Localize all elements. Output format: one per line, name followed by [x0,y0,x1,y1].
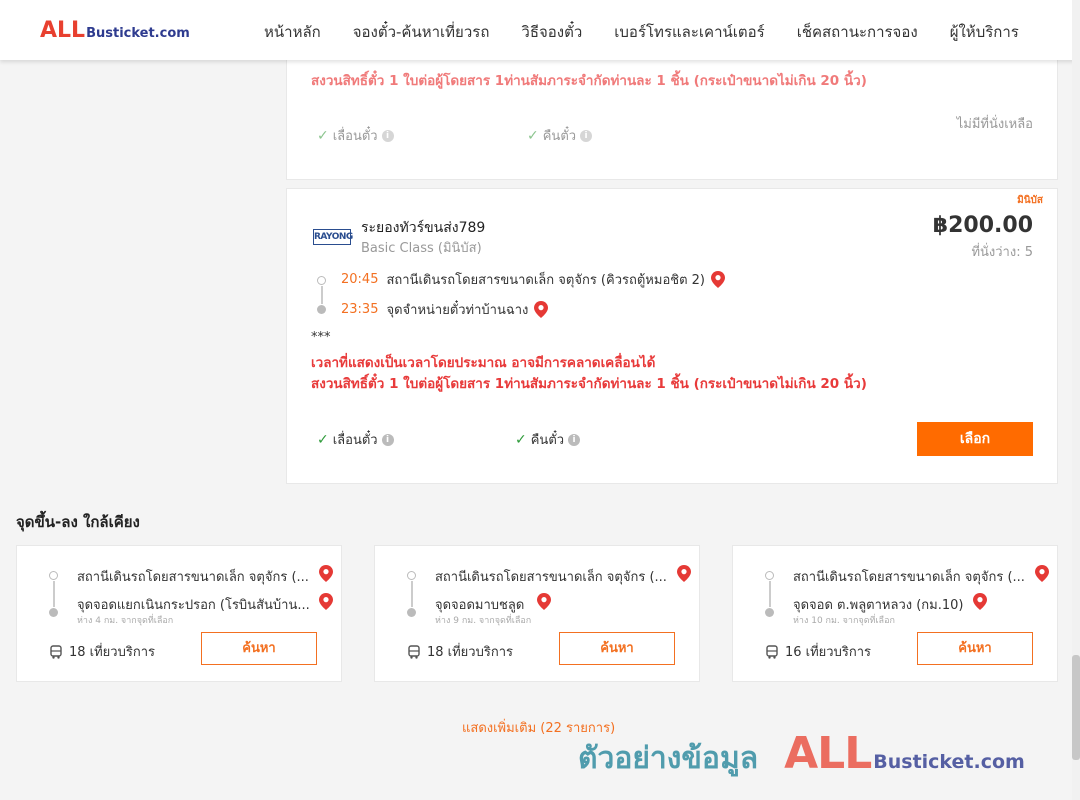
departure-place: สถานีเดินรถโดยสารขนาดเล็ก จตุจักร (คิวรถ… [386,273,705,288]
map-pin-icon[interactable] [534,301,549,318]
departure-time: 20:45 [341,272,379,287]
map-pin-icon[interactable] [1035,565,1049,582]
top-header: ALL Busticket.com หน้าหลัก จองตั๋ว-ค้นหา… [0,0,1080,60]
search-button[interactable]: ค้นหา [201,632,317,665]
timeline-line [769,581,771,607]
refund-feature: ✓ คืนตั๋ว i [527,125,593,146]
bus-class: Basic Class (มินิบัส) [361,241,482,256]
reschedule-feature: ✓ เลื่อนตั๋ว i [317,125,394,146]
nearby-to: จุดจอด ต.พลูตาหลวง (กม.10) [793,598,964,613]
check-icon: ✓ [527,127,539,144]
select-button[interactable]: เลือก [917,422,1033,456]
refund-feature: ✓ คืนตั๋ว i [515,429,581,450]
timeline-end-dot [49,608,58,617]
bus-icon [766,644,778,659]
map-pin-icon[interactable] [711,271,725,288]
arrival-stop: 23:35 จุดจำหน่ายตั๋วท่าบ้านฉาง [341,299,549,320]
nearby-card: สถานีเดินรถโดยสารขนาดเล็ก จตุจักร (... จ… [732,545,1058,682]
seats-available: ที่นั่งว่าง: 5 [971,245,1033,260]
page-scrollbar[interactable] [1072,0,1080,800]
reschedule-label: เลื่อนตั๋ว [332,433,378,448]
trip-card-sold-out: สงวนสิทธิ์ตั๋ว 1 ใบต่อผู้โดยสาร 1ท่านสัม… [286,40,1058,180]
check-icon: ✓ [317,431,329,448]
site-logo[interactable]: ALL Busticket.com [40,20,190,42]
nav-home[interactable]: หน้าหลัก [264,20,321,44]
bus-icon [408,644,420,659]
main-nav: หน้าหลัก จองตั๋ว-ค้นหาเที่ยวรถ วิธีจองตั… [264,20,1051,44]
map-pin-icon[interactable] [677,565,691,582]
logo-busticket-text: Busticket.com [86,26,190,41]
info-icon[interactable]: i [568,433,581,446]
timeline-line [411,581,413,607]
sample-watermark: ตัวอย่างข้อมูล ALL Busticket.com [578,728,1025,782]
scrollbar-thumb[interactable] [1072,655,1080,760]
operator-name: ระยองทัวร์ขนส่ง789 [361,220,486,236]
baggage-warning: สงวนสิทธิ์ตั๋ว 1 ใบต่อผู้โดยสาร 1ท่านสัม… [311,376,867,392]
map-pin-icon[interactable] [973,593,987,610]
minibus-badge: มินิบัส [1017,195,1043,206]
nav-how-to-book[interactable]: วิธีจองตั๋ว [521,20,582,44]
refund-label: คืนตั๋ว [542,129,577,144]
info-icon[interactable]: i [381,433,394,446]
timeline-start-dot [407,571,416,580]
timeline-line [53,581,55,607]
map-pin-icon[interactable] [537,593,551,610]
time-warning: เวลาที่แสดงเป็นเวลาโดยประมาณ อาจมีการคลา… [311,355,656,371]
timeline-end-dot [407,608,416,617]
nearby-from: สถานีเดินรถโดยสารขนาดเล็ก จตุจักร (... [435,570,667,585]
trip-count: 18 เที่ยวบริการ [49,641,155,662]
ticket-price: ฿200.00 [932,213,1033,238]
trip-count: 18 เที่ยวบริการ [407,641,513,662]
nearby-card: สถานีเดินรถโดยสารขนาดเล็ก จตุจักร (... จ… [374,545,700,682]
refund-label: คืนตั๋ว [530,433,565,448]
watermark-all-text: ALL [784,728,872,779]
nearby-distance: ห่าง 9 กม. จากจุดที่เลือก [435,616,532,626]
logo-all-text: ALL [40,18,86,43]
nearby-to: จุดจอดแยกเนินกระปรอก (โรบินสันบ้าน... [77,598,310,613]
map-pin-icon[interactable] [319,593,333,610]
departure-stop: 20:45 สถานีเดินรถโดยสารขนาดเล็ก จตุจักร … [341,269,725,290]
check-icon: ✓ [515,431,527,448]
trip-count-label: 18 เที่ยวบริการ [427,645,513,660]
reschedule-feature: ✓ เลื่อนตั๋ว i [317,429,394,450]
timeline-end-dot [765,608,774,617]
arrival-place: จุดจำหน่ายตั๋วท่าบ้านฉาง [386,303,529,318]
timeline-start-dot [765,571,774,580]
nav-contacts[interactable]: เบอร์โทรและเคาน์เตอร์ [614,20,764,44]
nearby-card: สถานีเดินรถโดยสารขนาดเล็ก จตุจักร (... จ… [16,545,342,682]
timeline-line [321,286,323,304]
timeline-start-dot [49,571,58,580]
search-button[interactable]: ค้นหา [917,632,1033,665]
nav-book-search[interactable]: จองตั๋ว-ค้นหาเที่ยวรถ [353,20,490,44]
search-button[interactable]: ค้นหา [559,632,675,665]
nearby-title: จุดขึ้น-ลง ใกล้เคียง [16,513,140,531]
trip-count-label: 16 เที่ยวบริการ [785,645,871,660]
card-warning: สงวนสิทธิ์ตั๋ว 1 ใบต่อผู้โดยสาร 1ท่านสัม… [311,73,867,89]
reschedule-label: เลื่อนตั๋ว [332,129,378,144]
nearby-to: จุดจอดมาบชลูด [435,598,525,613]
note-stars: *** [311,330,331,345]
trip-count: 16 เที่ยวบริการ [765,641,871,662]
info-icon[interactable]: i [381,129,394,142]
bus-icon [50,644,62,659]
watermark-thai-text: ตัวอย่างข้อมูล [578,741,759,776]
nav-operators[interactable]: ผู้ให้บริการ [950,20,1019,44]
timeline-end-dot [317,305,326,314]
no-seat-status: ไม่มีที่นั่งเหลือ [956,117,1033,132]
trip-card: มินิบัส RAYONG ระยองทัวร์ขนส่ง789 Basic … [286,188,1058,484]
arrival-time: 23:35 [341,302,379,317]
nearby-distance: ห่าง 10 กม. จากจุดที่เลือก [793,616,895,626]
trip-count-label: 18 เที่ยวบริการ [69,645,155,660]
nearby-distance: ห่าง 4 กม. จากจุดที่เลือก [77,616,174,626]
map-pin-icon[interactable] [319,565,333,582]
nearby-from: สถานีเดินรถโดยสารขนาดเล็ก จตุจักร (... [793,570,1025,585]
timeline-start-dot [317,276,326,285]
watermark-busticket-text: Busticket.com [873,751,1025,773]
info-icon[interactable]: i [580,129,593,142]
operator-logo: RAYONG [313,229,353,245]
nav-check-status[interactable]: เช็คสถานะการจอง [797,20,918,44]
check-icon: ✓ [317,127,329,144]
nearby-from: สถานีเดินรถโดยสารขนาดเล็ก จตุจักร (... [77,570,309,585]
